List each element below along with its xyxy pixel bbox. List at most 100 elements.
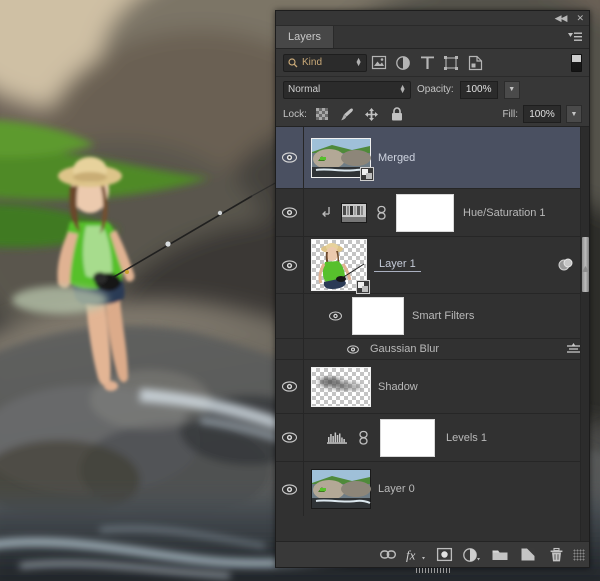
blend-mode-select[interactable]: Normal ▲▼ [283, 81, 411, 99]
eye-icon [282, 381, 297, 392]
shadow-thumbnail-art [312, 368, 370, 406]
layer-mask-thumbnail[interactable] [396, 194, 454, 232]
smart-filter-indicator-icon[interactable] [558, 258, 575, 272]
smart-filter-name[interactable]: Gaussian Blur [370, 343, 439, 355]
trash-icon [550, 548, 563, 562]
filter-enable-toggle[interactable] [571, 54, 582, 72]
eye-icon [282, 484, 297, 495]
new-layer-button[interactable] [515, 543, 541, 567]
layer-mask-thumbnail[interactable] [380, 419, 435, 457]
layer-visibility-toggle[interactable] [276, 237, 304, 293]
table-row[interactable]: Levels 1 [276, 414, 589, 462]
new-group-button[interactable] [487, 543, 513, 567]
fill-input[interactable]: 100% [523, 105, 561, 123]
pixel-layers-glyph [372, 56, 386, 69]
add-layer-mask-button[interactable] [431, 543, 457, 567]
layer-visibility-toggle[interactable] [276, 414, 304, 461]
filter-options-icon[interactable] [566, 343, 581, 355]
eye-icon [282, 432, 297, 443]
table-row[interactable]: Hue/Saturation 1 [276, 189, 589, 237]
caret-up-glyph [582, 266, 589, 272]
blend-mode-bar: Normal ▲▼ Opacity: 100% ▼ [276, 77, 589, 102]
type-layers-glyph [421, 56, 434, 69]
new-layer-icon [521, 548, 535, 561]
checkerboard-glyph [316, 108, 328, 120]
layer-thumbnail[interactable] [311, 367, 371, 407]
opacity-input[interactable]: 100% [460, 81, 498, 99]
fill-dropdown-icon[interactable]: ▼ [566, 105, 582, 123]
panel-menu-icon[interactable] [561, 26, 589, 48]
collapse-panel-icon[interactable]: ◀◀ [555, 14, 567, 23]
layer-name[interactable]: Merged [378, 152, 415, 164]
move-arrows-glyph [365, 108, 378, 121]
layer-visibility-toggle[interactable] [276, 360, 304, 413]
panel-menu-glyph [568, 32, 582, 43]
layer-mask-icon [437, 548, 452, 561]
link-mask-icon[interactable] [358, 431, 369, 445]
fill-label: Fill: [502, 109, 518, 120]
lock-image-pixels-icon[interactable] [337, 105, 357, 123]
layer-name[interactable]: Layer 0 [378, 483, 415, 495]
layer-visibility-toggle[interactable] [276, 462, 304, 516]
opacity-label: Opacity: [417, 84, 454, 95]
link-mask-icon[interactable] [376, 206, 387, 220]
layer-thumbnail[interactable] [311, 138, 371, 178]
layer-name[interactable]: Hue/Saturation 1 [463, 207, 546, 219]
close-panel-icon[interactable]: ✕ [576, 14, 583, 23]
delete-layer-button[interactable] [543, 543, 569, 567]
brush-glyph [340, 108, 354, 121]
lock-all-icon[interactable] [387, 105, 407, 123]
layers-list-scrollbar[interactable] [580, 127, 589, 541]
transparency-checkerboard [312, 368, 370, 406]
opacity-dropdown-icon[interactable]: ▼ [504, 81, 520, 99]
smart-object-filter-icon[interactable] [463, 52, 487, 74]
eye-icon [347, 345, 359, 354]
hue-saturation-glyph [342, 204, 366, 222]
adjustment-thumbnail[interactable] [341, 203, 367, 223]
svg-text:fx: fx [406, 547, 416, 562]
type-layers-filter-icon[interactable] [415, 52, 439, 74]
table-row[interactable]: Layer 1 [276, 237, 589, 294]
smart-object-glyph [469, 56, 482, 70]
layer-style-fx-button[interactable]: fx [403, 543, 429, 567]
tab-layers[interactable]: Layers [276, 26, 334, 48]
smart-object-badge-icon [360, 167, 374, 181]
smart-filter-visibility-toggle[interactable] [344, 345, 362, 354]
layer0-thumbnail-art [312, 470, 370, 508]
layer-name[interactable]: Levels 1 [446, 432, 487, 444]
layers-panel: ◀◀ ✕ Layers Kind [275, 10, 590, 568]
shape-layers-filter-icon[interactable] [439, 52, 463, 74]
layer-name[interactable]: Layer 1 [374, 258, 421, 272]
table-row[interactable]: Merged [276, 127, 589, 189]
lock-transparent-pixels-icon[interactable] [312, 105, 332, 123]
link-layers-button[interactable] [375, 543, 401, 567]
pixel-layers-filter-icon[interactable] [367, 52, 391, 74]
panel-bottom-handle[interactable] [416, 568, 450, 573]
smart-filters-group-row[interactable]: Smart Filters [276, 294, 589, 339]
smart-filter-mask-thumbnail[interactable] [352, 297, 404, 335]
lock-position-icon[interactable] [362, 105, 382, 123]
panel-resize-grip[interactable] [573, 549, 585, 561]
scroll-up-arrow-icon[interactable] [582, 265, 589, 273]
layer-visibility-toggle[interactable] [276, 189, 304, 236]
layer-name[interactable]: Shadow [378, 381, 418, 393]
panel-tab-strip: Layers [276, 26, 589, 49]
filter-kind-select[interactable]: Kind ▲▼ [283, 54, 367, 72]
layer-thumbnail[interactable] [311, 469, 371, 509]
shape-layers-glyph [444, 56, 458, 70]
fx-icon: fx [406, 548, 426, 562]
adjustment-layers-filter-icon[interactable] [391, 52, 415, 74]
eye-icon [282, 207, 297, 218]
table-row[interactable]: Shadow [276, 360, 589, 414]
new-adjustment-layer-button[interactable] [459, 543, 485, 567]
search-icon [288, 58, 298, 68]
layer-thumbnail[interactable] [311, 239, 367, 291]
padlock-glyph [391, 107, 403, 121]
layer-visibility-toggle[interactable] [276, 127, 304, 188]
folder-icon [492, 548, 508, 561]
smart-filters-visibility-toggle[interactable] [326, 311, 344, 321]
table-row[interactable]: Layer 0 [276, 462, 589, 516]
smart-filter-row[interactable]: Gaussian Blur [276, 339, 589, 360]
layers-list[interactable]: Merged [276, 127, 589, 541]
levels-histogram-icon[interactable] [327, 431, 347, 444]
